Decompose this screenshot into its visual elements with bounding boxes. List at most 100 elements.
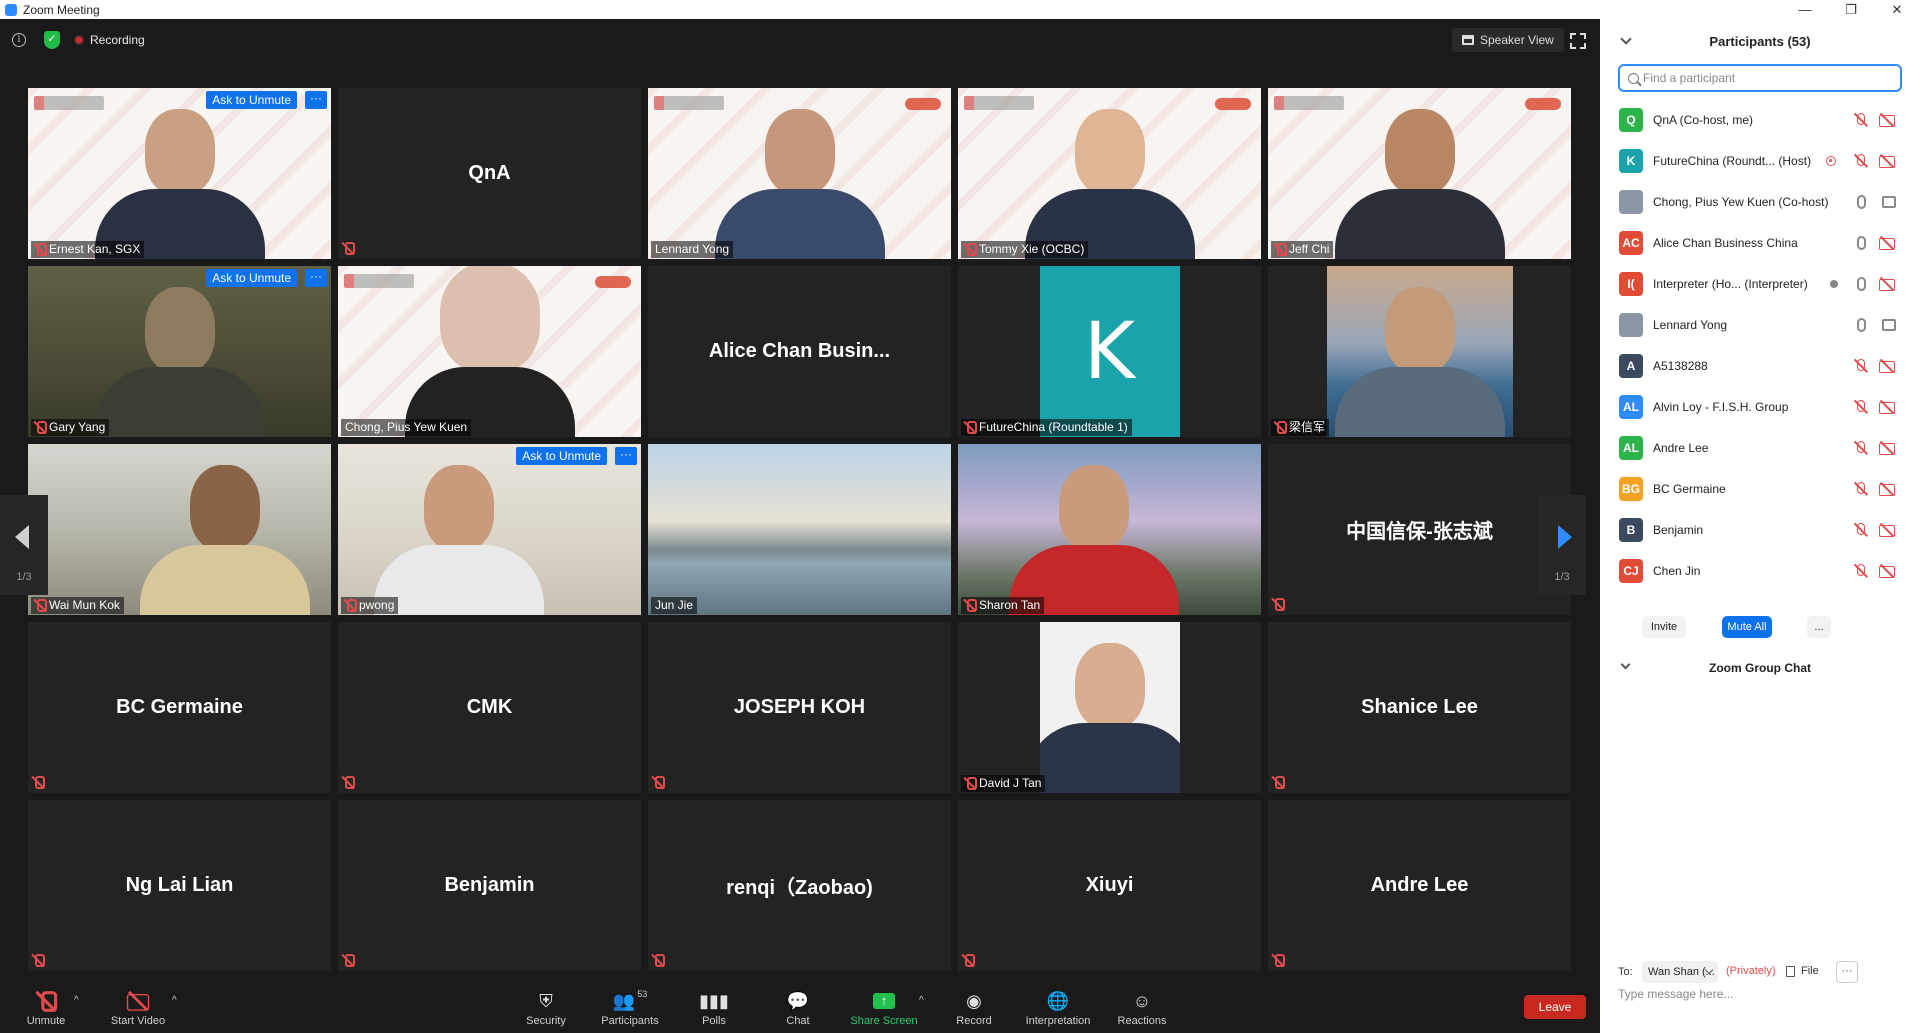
video-off-icon xyxy=(1878,359,1896,373)
participant-name: Interpreter (Ho... (Interpreter) xyxy=(1653,276,1808,291)
video-tile[interactable]: Andre Lee xyxy=(1268,800,1571,971)
participant-display-name: Ng Lai Lian xyxy=(125,874,234,896)
participant-row[interactable]: AC Alice Chan Business China xyxy=(1600,222,1920,263)
participant-name-label: Chong, Pius Yew Kuen xyxy=(341,419,472,436)
participant-avatar: A xyxy=(1619,353,1643,378)
video-tile[interactable]: Ask to Unmute ··· Gary Yang xyxy=(28,266,331,437)
next-page-button[interactable]: 1/3 xyxy=(1538,495,1586,595)
video-tile[interactable]: Ask to Unmute ··· pwong xyxy=(338,444,641,615)
video-tile[interactable]: Wai Mun Kok xyxy=(28,444,331,615)
chat-message-input[interactable]: Type message here... xyxy=(1618,987,1898,1009)
participant-name-label: pwong xyxy=(341,597,399,614)
video-tile[interactable]: Sharon Tan xyxy=(958,444,1261,615)
collapse-chevron-icon[interactable] xyxy=(1620,33,1632,45)
video-tile[interactable]: K FutureChina (Roundtable 1) xyxy=(958,266,1261,437)
participant-row[interactable]: K FutureChina (Roundt... (Host) xyxy=(1600,140,1920,181)
video-tile[interactable]: CMK xyxy=(338,622,641,793)
chat-button[interactable]: 💬 Chat xyxy=(752,989,844,1028)
window-titlebar: Zoom Meeting — ❐ ✕ xyxy=(0,0,1920,19)
more-options-button[interactable]: ... xyxy=(1807,616,1831,638)
participant-row[interactable]: Lennard Yong xyxy=(1600,304,1920,345)
video-tile[interactable]: 中国信保-张志斌 xyxy=(1268,444,1571,615)
fullscreen-icon[interactable] xyxy=(1570,33,1586,49)
video-tile[interactable]: Tommy Xie (OCBC) xyxy=(958,88,1261,259)
video-off-icon xyxy=(1878,236,1896,250)
restore-icon[interactable]: ❐ xyxy=(1828,0,1874,19)
muted-mic-icon xyxy=(34,599,47,612)
video-tile[interactable]: Ask to Unmute ··· Ernest Kan, SGX xyxy=(28,88,331,259)
recording-dot-icon xyxy=(74,35,84,45)
participant-display-name: BC Germaine xyxy=(116,696,243,718)
minimize-icon[interactable]: — xyxy=(1782,0,1828,19)
tile-more-button[interactable]: ··· xyxy=(305,91,327,109)
video-tile[interactable]: 梁信军 xyxy=(1268,266,1571,437)
mute-all-button[interactable]: Mute All xyxy=(1722,616,1772,638)
interpretation-button[interactable]: 🌐 Interpretation xyxy=(1012,989,1104,1028)
audio-options-caret-icon[interactable]: ^ xyxy=(74,995,79,1006)
leave-button[interactable]: Leave xyxy=(1524,995,1586,1019)
record-button[interactable]: ◉ Record xyxy=(928,989,1020,1028)
video-tile[interactable]: Xiuyi xyxy=(958,800,1261,971)
participant-row[interactable]: A A5138288 xyxy=(1600,345,1920,386)
share-screen-icon: ↑ xyxy=(838,989,930,1013)
participant-row[interactable]: B Benjamin xyxy=(1600,509,1920,550)
ask-to-unmute-button[interactable]: Ask to Unmute xyxy=(206,269,297,287)
chat-file-button[interactable]: File xyxy=(1786,965,1819,977)
video-tile[interactable]: Alice Chan Busin... xyxy=(648,266,951,437)
forum-logo xyxy=(905,98,941,110)
previous-page-button[interactable]: 1/3 xyxy=(0,495,48,595)
share-options-caret-icon[interactable]: ^ xyxy=(919,995,924,1006)
reactions-label: Reactions xyxy=(1117,1015,1167,1027)
muted-mic-icon xyxy=(1854,358,1868,374)
participant-name: Chong, Pius Yew Kuen xyxy=(345,420,468,434)
speaker-view-button[interactable]: Speaker View xyxy=(1452,28,1564,52)
recording-indicator[interactable]: Recording xyxy=(74,29,145,51)
participant-search-input[interactable]: Find a participant xyxy=(1618,64,1902,92)
video-tile[interactable]: Benjamin xyxy=(338,800,641,971)
ask-to-unmute-button[interactable]: Ask to Unmute xyxy=(516,447,607,465)
video-tile-active-speaker[interactable]: Chong, Pius Yew Kuen xyxy=(338,266,641,437)
file-icon xyxy=(1786,965,1795,977)
video-tile[interactable]: Jeff Chi xyxy=(1268,88,1571,259)
participant-profile-photo xyxy=(1039,622,1180,793)
collapse-chevron-icon[interactable] xyxy=(1620,659,1631,670)
smiley-icon: ☺ xyxy=(1132,990,1152,1011)
video-tile[interactable]: David J Tan xyxy=(958,622,1261,793)
video-tile[interactable]: Shanice Lee xyxy=(1268,622,1571,793)
video-tile[interactable]: QnA xyxy=(338,88,641,259)
reactions-button[interactable]: ☺ Reactions xyxy=(1096,989,1188,1028)
video-tile[interactable]: Lennard Yong xyxy=(648,88,951,259)
chat-more-button[interactable]: ··· xyxy=(1836,961,1858,983)
muted-mic-icon xyxy=(652,954,666,968)
tile-more-button[interactable]: ··· xyxy=(305,269,327,287)
video-tile[interactable]: renqi（Zaobao) xyxy=(648,800,951,971)
participant-name-label: Ernest Kan, SGX xyxy=(31,241,145,258)
participant-row[interactable]: AL Alvin Loy - F.I.S.H. Group xyxy=(1600,386,1920,427)
ask-to-unmute-button[interactable]: Ask to Unmute xyxy=(206,91,297,109)
participant-row[interactable]: Chong, Pius Yew Kuen (Co-host) xyxy=(1600,181,1920,222)
participant-row[interactable]: AL Andre Lee xyxy=(1600,427,1920,468)
security-button[interactable]: ⛨ Security xyxy=(500,989,592,1028)
chat-recipient-select[interactable]: Wan Shan (... xyxy=(1642,961,1718,983)
video-tile[interactable]: BC Germaine xyxy=(28,622,331,793)
encryption-shield-icon[interactable]: ✓ xyxy=(44,31,60,49)
participant-row[interactable]: BG BC Germaine xyxy=(1600,468,1920,509)
info-icon[interactable]: i xyxy=(12,33,26,47)
participant-row[interactable]: I(Interpreter (Ho... (Interpreter) xyxy=(1600,263,1920,304)
share-screen-button[interactable]: ↑ Share Screen xyxy=(838,989,930,1027)
video-off-icon xyxy=(1878,400,1896,414)
polls-button[interactable]: ▮▮▮ Polls xyxy=(668,989,760,1028)
muted-mic-icon xyxy=(342,776,356,790)
start-video-button[interactable]: Start Video xyxy=(92,989,184,1027)
video-options-caret-icon[interactable]: ^ xyxy=(172,995,177,1006)
video-tile[interactable]: Ng Lai Lian xyxy=(28,800,331,971)
close-icon[interactable]: ✕ xyxy=(1874,0,1920,19)
tile-more-button[interactable]: ··· xyxy=(615,447,637,465)
video-tile[interactable]: Jun Jie xyxy=(648,444,951,615)
video-camera-icon xyxy=(1882,318,1896,331)
participant-row[interactable]: Q QnA (Co-host, me) xyxy=(1600,99,1920,140)
participants-button[interactable]: 👥 53 Participants xyxy=(584,989,676,1027)
video-tile[interactable]: JOSEPH KOH xyxy=(648,622,951,793)
participant-row[interactable]: CJ Chen Jin xyxy=(1600,550,1920,591)
invite-button[interactable]: Invite xyxy=(1642,616,1686,638)
